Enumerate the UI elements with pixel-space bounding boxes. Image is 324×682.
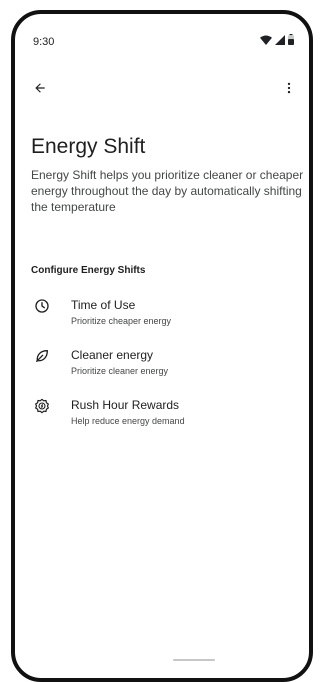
cellular-signal-icon [275,32,285,50]
list-item-subtitle: Prioritize cheaper energy [71,316,172,326]
gesture-navigation-bar[interactable] [173,659,215,661]
energy-badge-icon [33,397,51,415]
list-item-rush-hour-rewards[interactable]: Rush Hour Rewards Help reduce energy dem… [15,395,309,439]
list-item-title: Time of Use [71,298,136,312]
list-item-title: Cleaner energy [71,348,154,362]
list-item-subtitle: Prioritize cleaner energy [71,366,169,376]
battery-icon [288,32,294,50]
page-title: Energy Shift [31,135,146,158]
status-bar: 9:30 [15,14,309,56]
clock-icon [33,297,51,315]
back-button[interactable] [28,78,52,102]
more-options-button[interactable] [277,78,301,102]
status-icons [260,32,294,50]
phone-frame: 9:30 Energy Shift Energy Shift helps you… [11,10,313,682]
page-description: Energy Shift helps you prioritize cleane… [31,168,304,214]
arrow-back-icon [33,81,47,100]
wifi-icon [260,32,272,50]
list-item-time-of-use[interactable]: Time of Use Prioritize cheaper energy [15,295,309,339]
app-bar [15,74,309,106]
leaf-icon [33,347,51,365]
status-time: 9:30 [33,36,55,48]
energy-shift-list: Time of Use Prioritize cheaper energy Cl… [15,295,309,445]
list-item-cleaner-energy[interactable]: Cleaner energy Prioritize cleaner energy [15,345,309,389]
list-item-title: Rush Hour Rewards [71,398,180,412]
list-item-subtitle: Help reduce energy demand [71,416,185,426]
more-vert-icon [282,81,296,100]
section-header: Configure Energy Shifts [31,265,146,276]
